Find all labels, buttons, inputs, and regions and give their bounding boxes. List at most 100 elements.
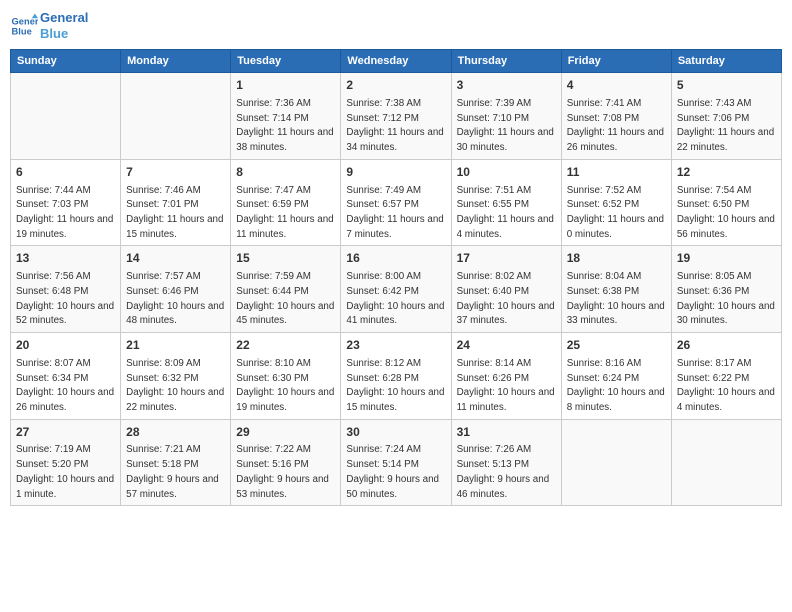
calendar-cell: 4 Sunrise: 7:41 AM Sunset: 7:08 PM Daylig…: [561, 73, 671, 160]
calendar-cell: 29Sunrise: 7:22 AM Sunset: 5:16 PM Dayli…: [231, 419, 341, 506]
day-info: Sunrise: 7:44 AM Sunset: 7:03 PM Dayligh…: [16, 185, 113, 240]
day-info: Sunrise: 8:09 AM Sunset: 6:32 PM Dayligh…: [126, 358, 224, 413]
day-number: 30: [346, 424, 445, 441]
day-number: 24: [457, 337, 556, 354]
logo-icon: General Blue: [10, 12, 38, 40]
calendar-body: 1Sunrise: 7:36 AM Sunset: 7:14 PM Daylig…: [11, 73, 782, 506]
day-number: 12: [677, 164, 776, 181]
calendar-week-row: 1Sunrise: 7:36 AM Sunset: 7:14 PM Daylig…: [11, 73, 782, 160]
day-number: 14: [126, 250, 225, 267]
day-info: Sunrise: 7:47 AM Sunset: 6:59 PM Dayligh…: [236, 185, 333, 240]
calendar-cell: [561, 419, 671, 506]
day-info: Sunrise: 8:14 AM Sunset: 6:26 PM Dayligh…: [457, 358, 555, 413]
calendar-cell: 20 Sunrise: 8:07 AM Sunset: 6:34 PM Dayli…: [11, 333, 121, 420]
day-info: Sunrise: 7:39 AM Sunset: 7:10 PM Dayligh…: [457, 98, 554, 153]
day-info: Sunrise: 7:57 AM Sunset: 6:46 PM Dayligh…: [126, 271, 224, 326]
day-number: 10: [457, 164, 556, 181]
day-number: 19: [677, 250, 776, 267]
day-info: Sunrise: 7:41 AM Sunset: 7:08 PM Dayligh…: [567, 98, 664, 153]
weekday-header-friday: Friday: [561, 50, 671, 73]
calendar-cell: 14 Sunrise: 7:57 AM Sunset: 6:46 PM Dayli…: [121, 246, 231, 333]
day-info: Sunrise: 7:26 AM Sunset: 5:13 PM Dayligh…: [457, 444, 550, 499]
day-number: 16: [346, 250, 445, 267]
day-info: Sunrise: 8:07 AM Sunset: 6:34 PM Dayligh…: [16, 358, 114, 413]
day-info: Sunrise: 7:46 AM Sunset: 7:01 PM Dayligh…: [126, 185, 223, 240]
calendar-week-row: 6 Sunrise: 7:44 AM Sunset: 7:03 PM Daylig…: [11, 159, 782, 246]
day-number: 20: [16, 337, 115, 354]
calendar-cell: 15 Sunrise: 7:59 AM Sunset: 6:44 PM Dayli…: [231, 246, 341, 333]
day-number: 26: [677, 337, 776, 354]
weekday-header-wednesday: Wednesday: [341, 50, 451, 73]
calendar-cell: 13 Sunrise: 7:56 AM Sunset: 6:48 PM Dayli…: [11, 246, 121, 333]
calendar-cell: [11, 73, 121, 160]
calendar-cell: 12 Sunrise: 7:54 AM Sunset: 6:50 PM Dayli…: [671, 159, 781, 246]
calendar-cell: 27 Sunrise: 7:19 AM Sunset: 5:20 PM Dayli…: [11, 419, 121, 506]
day-number: 28: [126, 424, 225, 441]
calendar-week-row: 20 Sunrise: 8:07 AM Sunset: 6:34 PM Dayli…: [11, 333, 782, 420]
day-number: 13: [16, 250, 115, 267]
day-info: Sunrise: 7:49 AM Sunset: 6:57 PM Dayligh…: [346, 185, 443, 240]
calendar-cell: 6 Sunrise: 7:44 AM Sunset: 7:03 PM Daylig…: [11, 159, 121, 246]
day-info: Sunrise: 7:59 AM Sunset: 6:44 PM Dayligh…: [236, 271, 334, 326]
day-info: Sunrise: 7:54 AM Sunset: 6:50 PM Dayligh…: [677, 185, 775, 240]
calendar-cell: 21 Sunrise: 8:09 AM Sunset: 6:32 PM Dayli…: [121, 333, 231, 420]
day-number: 31: [457, 424, 556, 441]
day-number: 29: [236, 424, 335, 441]
calendar-cell: 17 Sunrise: 8:02 AM Sunset: 6:40 PM Dayli…: [451, 246, 561, 333]
calendar-cell: 3Sunrise: 7:39 AM Sunset: 7:10 PM Daylig…: [451, 73, 561, 160]
day-info: Sunrise: 8:17 AM Sunset: 6:22 PM Dayligh…: [677, 358, 775, 413]
calendar-header: SundayMondayTuesdayWednesdayThursdayFrid…: [11, 50, 782, 73]
day-info: Sunrise: 8:02 AM Sunset: 6:40 PM Dayligh…: [457, 271, 555, 326]
calendar-cell: 1Sunrise: 7:36 AM Sunset: 7:14 PM Daylig…: [231, 73, 341, 160]
day-number: 11: [567, 164, 666, 181]
day-info: Sunrise: 7:51 AM Sunset: 6:55 PM Dayligh…: [457, 185, 554, 240]
calendar-cell: [671, 419, 781, 506]
day-info: Sunrise: 8:12 AM Sunset: 6:28 PM Dayligh…: [346, 358, 444, 413]
weekday-header-row: SundayMondayTuesdayWednesdayThursdayFrid…: [11, 50, 782, 73]
svg-text:Blue: Blue: [12, 26, 32, 36]
weekday-header-saturday: Saturday: [671, 50, 781, 73]
calendar-cell: 28 Sunrise: 7:21 AM Sunset: 5:18 PM Dayli…: [121, 419, 231, 506]
day-number: 15: [236, 250, 335, 267]
calendar-cell: 5 Sunrise: 7:43 AM Sunset: 7:06 PM Daylig…: [671, 73, 781, 160]
day-info: Sunrise: 8:05 AM Sunset: 6:36 PM Dayligh…: [677, 271, 775, 326]
calendar-cell: 16Sunrise: 8:00 AM Sunset: 6:42 PM Dayli…: [341, 246, 451, 333]
calendar-cell: 8 Sunrise: 7:47 AM Sunset: 6:59 PM Daylig…: [231, 159, 341, 246]
calendar-cell: 26 Sunrise: 8:17 AM Sunset: 6:22 PM Dayli…: [671, 333, 781, 420]
day-number: 9: [346, 164, 445, 181]
day-info: Sunrise: 7:56 AM Sunset: 6:48 PM Dayligh…: [16, 271, 114, 326]
calendar-cell: 24 Sunrise: 8:14 AM Sunset: 6:26 PM Dayli…: [451, 333, 561, 420]
calendar-cell: 25 Sunrise: 8:16 AM Sunset: 6:24 PM Dayli…: [561, 333, 671, 420]
day-number: 8: [236, 164, 335, 181]
day-number: 21: [126, 337, 225, 354]
day-info: Sunrise: 8:04 AM Sunset: 6:38 PM Dayligh…: [567, 271, 665, 326]
day-number: 6: [16, 164, 115, 181]
day-info: Sunrise: 7:36 AM Sunset: 7:14 PM Dayligh…: [236, 98, 333, 153]
calendar-cell: [121, 73, 231, 160]
weekday-header-sunday: Sunday: [11, 50, 121, 73]
day-number: 17: [457, 250, 556, 267]
day-number: 4: [567, 77, 666, 94]
day-info: Sunrise: 8:16 AM Sunset: 6:24 PM Dayligh…: [567, 358, 665, 413]
calendar-week-row: 27 Sunrise: 7:19 AM Sunset: 5:20 PM Dayli…: [11, 419, 782, 506]
calendar-cell: 2Sunrise: 7:38 AM Sunset: 7:12 PM Daylig…: [341, 73, 451, 160]
day-info: Sunrise: 7:52 AM Sunset: 6:52 PM Dayligh…: [567, 185, 664, 240]
calendar-cell: 18 Sunrise: 8:04 AM Sunset: 6:38 PM Dayli…: [561, 246, 671, 333]
day-number: 27: [16, 424, 115, 441]
day-info: Sunrise: 7:43 AM Sunset: 7:06 PM Dayligh…: [677, 98, 774, 153]
page-header: General Blue GeneralBlue: [10, 10, 782, 41]
day-number: 25: [567, 337, 666, 354]
day-info: Sunrise: 7:21 AM Sunset: 5:18 PM Dayligh…: [126, 444, 219, 499]
day-number: 7: [126, 164, 225, 181]
calendar-cell: 23Sunrise: 8:12 AM Sunset: 6:28 PM Dayli…: [341, 333, 451, 420]
day-number: 18: [567, 250, 666, 267]
day-info: Sunrise: 8:10 AM Sunset: 6:30 PM Dayligh…: [236, 358, 334, 413]
day-info: Sunrise: 7:19 AM Sunset: 5:20 PM Dayligh…: [16, 444, 114, 499]
day-number: 2: [346, 77, 445, 94]
calendar-cell: 30 Sunrise: 7:24 AM Sunset: 5:14 PM Dayli…: [341, 419, 451, 506]
calendar-week-row: 13 Sunrise: 7:56 AM Sunset: 6:48 PM Dayli…: [11, 246, 782, 333]
calendar-cell: 31 Sunrise: 7:26 AM Sunset: 5:13 PM Dayli…: [451, 419, 561, 506]
calendar-cell: 7 Sunrise: 7:46 AM Sunset: 7:01 PM Daylig…: [121, 159, 231, 246]
day-number: 5: [677, 77, 776, 94]
day-info: Sunrise: 7:24 AM Sunset: 5:14 PM Dayligh…: [346, 444, 439, 499]
